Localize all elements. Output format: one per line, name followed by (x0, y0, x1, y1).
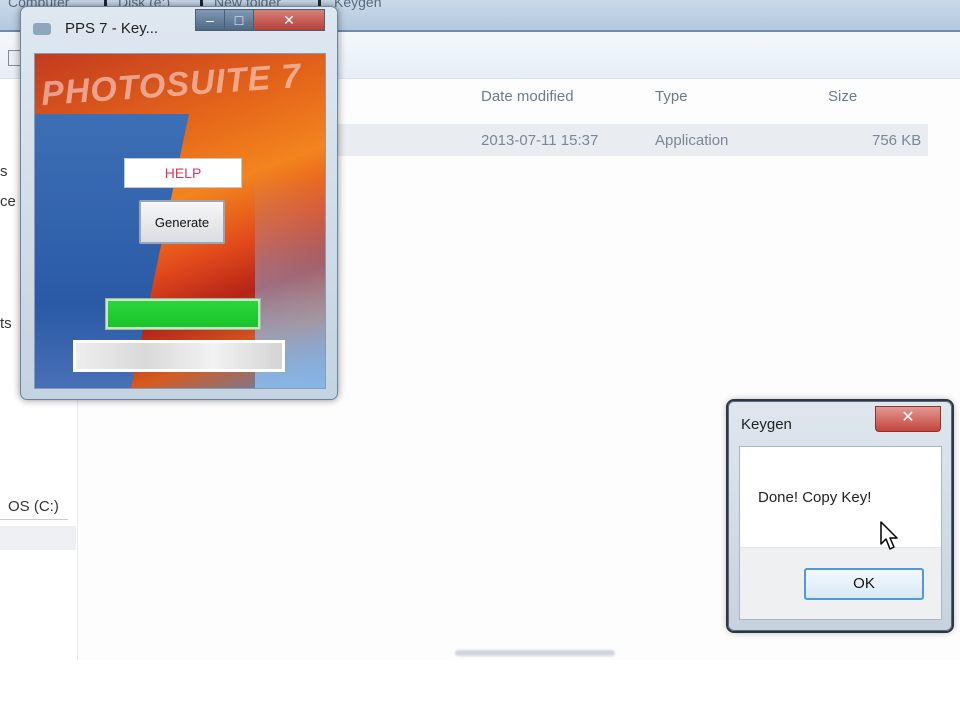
nav-item-fragment[interactable]: ce (0, 193, 16, 210)
status-bar (455, 650, 615, 656)
generate-button[interactable]: Generate (139, 200, 225, 244)
close-icon: ✕ (283, 12, 295, 28)
ok-button[interactable]: OK (804, 568, 924, 600)
maximize-button[interactable]: □ (224, 9, 254, 31)
minimize-icon: – (206, 12, 214, 28)
close-button[interactable]: ✕ (253, 9, 325, 31)
keygen-titlebar[interactable]: PPS 7 - Key... – □ ✕ (21, 7, 337, 47)
keygen-banner: PHOTOSUITE 7 HELP Generate (34, 53, 326, 389)
app-icon (33, 23, 51, 35)
photosuite-logo: PHOTOSUITE 7 (39, 56, 303, 114)
nav-item-fragment[interactable]: ts (0, 315, 12, 332)
window-title: PPS 7 - Key... (65, 20, 159, 37)
nav-item-fragment[interactable]: s (0, 163, 8, 180)
progress-bar (105, 298, 261, 330)
message-box-body: Done! Copy Key! OK (739, 446, 942, 620)
breadcrumb-keygen[interactable]: Keygen (334, 0, 381, 10)
message-box-close-button[interactable]: ✕ (875, 406, 941, 432)
minimize-button[interactable]: – (195, 9, 225, 31)
nav-item-os-drive[interactable]: OS (C:) (8, 498, 59, 515)
file-type: Application (655, 132, 729, 149)
mouse-cursor-icon (880, 521, 898, 550)
progress-fill (108, 301, 258, 327)
file-row[interactable]: 2013-07-11 15:37 Application 756 KB (338, 124, 928, 156)
help-button[interactable]: HELP (124, 158, 242, 188)
serial-key-field[interactable] (73, 340, 285, 372)
column-header-date[interactable]: Date modified (481, 88, 574, 105)
file-size: 756 KB (872, 132, 922, 149)
column-header-type[interactable]: Type (655, 88, 688, 105)
nav-item-selected[interactable] (0, 526, 76, 550)
message-text: Done! Copy Key! (758, 489, 872, 506)
keygen-window: PPS 7 - Key... – □ ✕ PHOTOSUITE 7 HELP G… (20, 6, 338, 400)
close-icon: ✕ (901, 409, 915, 426)
message-box-title: Keygen (741, 416, 792, 433)
message-box: Keygen ✕ Done! Copy Key! OK (728, 401, 952, 631)
divider (0, 519, 68, 520)
column-header-size[interactable]: Size (828, 88, 857, 105)
message-box-footer: OK (740, 547, 941, 619)
maximize-icon: □ (234, 12, 244, 28)
file-date: 2013-07-11 15:37 (481, 132, 599, 149)
